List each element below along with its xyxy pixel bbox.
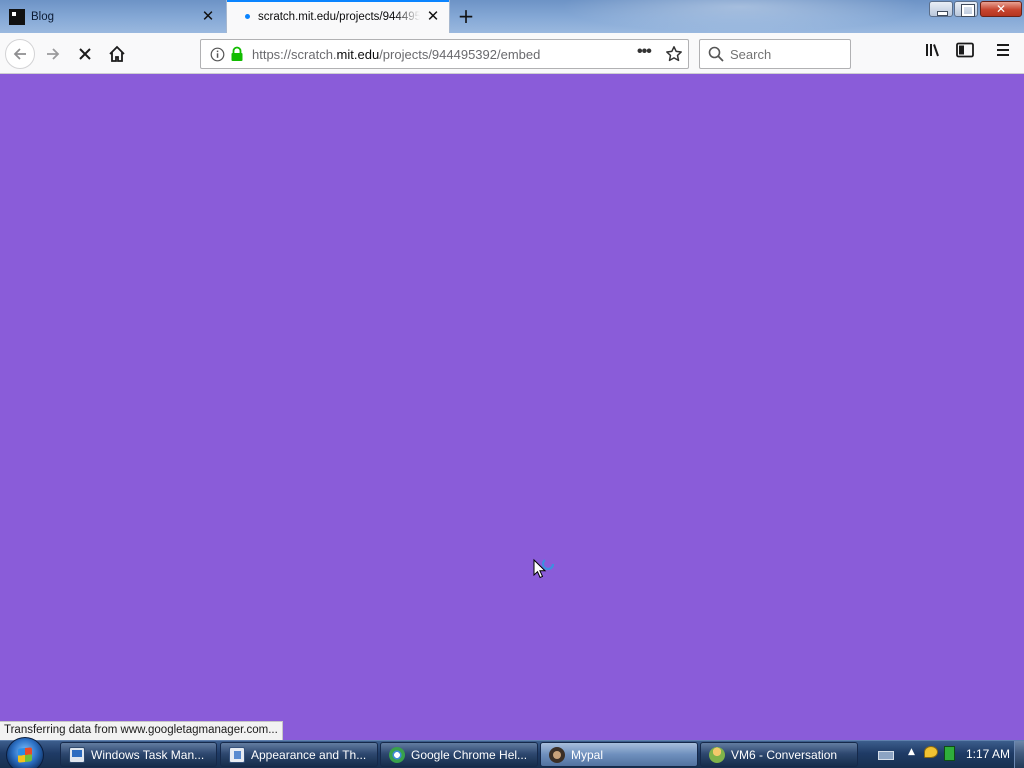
taskbar-item-appearance[interactable]: Appearance and Th... — [220, 742, 378, 767]
tab-title: scratch.mit.edu/projects/944495392/embed — [258, 10, 420, 23]
search-box[interactable] — [699, 39, 851, 69]
url-prefix: https://scratch. — [252, 47, 337, 62]
tab-strip: Blog ✕ scratch.mit.edu/projects/94449539… — [0, 0, 1024, 33]
close-icon: ✕ — [995, 2, 1007, 16]
mypal-icon — [549, 746, 565, 763]
chat-notification-icon[interactable] — [924, 746, 938, 758]
control-panel-icon — [229, 746, 245, 763]
show-desktop-button[interactable] — [1014, 741, 1024, 768]
forward-arrow-icon — [47, 48, 60, 60]
system-tray: ▲ 1:17 AM — [868, 741, 1024, 768]
search-icon — [708, 46, 724, 62]
navigation-toolbar: https://scratch.mit.edu/projects/9444953… — [0, 33, 1024, 74]
close-tab-icon[interactable]: ✕ — [201, 9, 215, 24]
sidebar-toggle-icon[interactable] — [954, 40, 976, 60]
hamburger-menu-icon[interactable] — [992, 40, 1014, 60]
minimize-window-button[interactable] — [929, 1, 953, 17]
restore-window-button[interactable] — [954, 1, 978, 17]
taskbar-item-label: Windows Task Man... — [91, 747, 205, 762]
taskbar-item-vm6-conversation[interactable]: VM6 - Conversation — [700, 742, 858, 767]
taskbar-item-label: Appearance and Th... — [251, 747, 367, 762]
search-input[interactable] — [730, 45, 845, 63]
url-path: /projects/944495392/embed — [379, 47, 541, 62]
taskbar-item-task-manager[interactable]: Windows Task Man... — [60, 742, 217, 767]
url-text[interactable]: https://scratch.mit.edu/projects/9444953… — [252, 47, 540, 62]
web-content-area[interactable] — [0, 74, 1024, 740]
stop-loading-button[interactable] — [71, 40, 99, 68]
messenger-icon — [709, 746, 725, 763]
secure-lock-icon — [231, 46, 243, 61]
taskbar-item-label: Mypal — [571, 747, 604, 762]
tab-loading-icon — [245, 14, 250, 19]
back-button[interactable] — [5, 39, 35, 69]
clock[interactable]: 1:17 AM — [966, 747, 1010, 761]
taskbar-item-label: Google Chrome Hel... — [411, 747, 528, 762]
windows-taskbar: Windows Task Man... Appearance and Th...… — [0, 737, 1024, 768]
keyboard-icon[interactable] — [878, 751, 894, 760]
page-actions-menu-icon[interactable]: ••• — [637, 43, 652, 61]
back-arrow-icon — [13, 48, 26, 60]
stop-icon — [79, 48, 91, 60]
home-button[interactable] — [103, 40, 131, 68]
forward-button[interactable] — [39, 40, 67, 68]
taskbar-item-label: VM6 - Conversation — [731, 747, 838, 762]
close-tab-icon[interactable]: ✕ — [426, 9, 440, 24]
taskbar-item-chrome-help[interactable]: Google Chrome Hel... — [380, 742, 538, 767]
library-icon[interactable] — [922, 40, 944, 60]
address-bar[interactable]: https://scratch.mit.edu/projects/9444953… — [200, 39, 689, 69]
task-manager-icon — [69, 746, 85, 763]
tab-scratch-embed[interactable]: scratch.mit.edu/projects/944495392/embed… — [226, 0, 450, 33]
bookmark-star-icon[interactable] — [665, 45, 683, 63]
taskbar-item-mypal[interactable]: Mypal — [540, 742, 698, 767]
site-info-icon[interactable] — [210, 47, 225, 62]
network-icon[interactable] — [944, 746, 955, 761]
new-tab-button[interactable]: + — [455, 5, 477, 27]
blog-favicon-icon — [9, 8, 25, 25]
start-button[interactable] — [6, 737, 44, 768]
chrome-icon — [389, 746, 405, 763]
home-icon — [109, 45, 125, 62]
close-window-button[interactable]: ✕ — [980, 1, 1022, 17]
show-hidden-icons-icon[interactable]: ▲ — [908, 747, 915, 757]
busy-cursor-icon — [533, 557, 555, 579]
tab-blog[interactable]: Blog ✕ — [0, 0, 224, 33]
tab-title: Blog — [31, 10, 55, 23]
url-host: mit.edu — [336, 47, 380, 62]
status-panel: Transferring data from www.googletagmana… — [0, 721, 283, 740]
